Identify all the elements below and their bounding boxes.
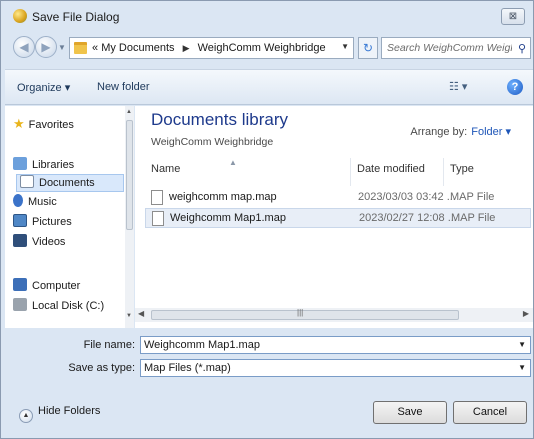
- music-icon: [13, 194, 23, 207]
- library-subtitle: WeighComm Weighbridge: [151, 136, 274, 148]
- filename-combobox[interactable]: ▼: [140, 336, 531, 354]
- scroll-right-icon[interactable]: ▶: [523, 309, 529, 318]
- nav-favorites[interactable]: ★ Favorites: [13, 116, 74, 134]
- column-header-type[interactable]: Type: [450, 163, 474, 183]
- organize-menu[interactable]: Organize ▾: [17, 81, 70, 94]
- recent-pages-chevron-icon[interactable]: ▼: [58, 43, 66, 52]
- horizontal-scrollbar[interactable]: ◀ ||| ▶: [135, 308, 533, 322]
- scroll-down-icon[interactable]: ▼: [126, 313, 132, 319]
- nav-pictures-label: Pictures: [32, 216, 72, 228]
- scroll-left-icon[interactable]: ◀: [138, 309, 144, 318]
- computer-icon: [13, 278, 27, 291]
- grip-icon: |||: [297, 308, 304, 317]
- filename-dropdown-icon[interactable]: ▼: [518, 340, 526, 349]
- documents-icon: [20, 175, 34, 188]
- nav-favorites-label: Favorites: [28, 119, 74, 131]
- savetype-value: Map Files (*.map): [144, 362, 231, 374]
- new-folder-button[interactable]: New folder: [97, 81, 150, 93]
- app-icon: [13, 9, 27, 23]
- breadcrumb: « My Documents ▶ WeighComm Weighbridge: [92, 42, 326, 54]
- help-icon[interactable]: ?: [507, 79, 523, 95]
- search-box[interactable]: ⚲: [381, 37, 531, 59]
- title-bar: Save File Dialog ⊠: [5, 1, 533, 31]
- arrange-by-dropdown[interactable]: Folder ▾: [471, 126, 511, 138]
- breadcrumb-separator-icon[interactable]: ▶: [183, 43, 190, 53]
- nav-local-disk[interactable]: Local Disk (C:): [13, 298, 104, 316]
- column-divider[interactable]: [443, 158, 444, 186]
- nav-scrollbar[interactable]: ▲ ▼: [125, 106, 134, 328]
- column-divider[interactable]: [350, 158, 351, 186]
- savetype-dropdown-icon[interactable]: ▼: [518, 363, 526, 372]
- search-input[interactable]: [387, 41, 512, 55]
- breadcrumb-weighcomm[interactable]: WeighComm Weighbridge: [198, 42, 326, 54]
- view-options-icon[interactable]: ☷ ▾: [449, 80, 467, 93]
- column-header-name[interactable]: Name: [151, 163, 180, 183]
- nav-videos-label: Videos: [32, 236, 66, 248]
- folder-icon: [74, 42, 87, 54]
- nav-scroll-thumb[interactable]: [126, 120, 133, 230]
- column-header-date[interactable]: Date modified: [357, 163, 425, 183]
- nav-computer-label: Computer: [32, 280, 81, 292]
- search-icon[interactable]: ⚲: [518, 42, 526, 55]
- arrange-by-label: Arrange by:: [410, 126, 468, 138]
- disk-icon: [13, 298, 27, 311]
- close-button[interactable]: ⊠: [501, 8, 525, 25]
- file-icon: [151, 190, 163, 205]
- file-date: 2023/02/27 12:08 ...: [359, 212, 457, 224]
- navigation-pane: ★ Favorites Libraries Documents Music Pic…: [5, 106, 134, 328]
- videos-icon: [13, 234, 27, 247]
- file-date: 2023/03/03 03:42 ...: [358, 191, 456, 203]
- nav-pictures[interactable]: Pictures: [13, 214, 72, 232]
- file-name: weighcomm map.map: [169, 191, 277, 203]
- file-list-pane: Documents library WeighComm Weighbridge …: [135, 106, 533, 328]
- command-bar: Organize ▾ New folder ☷ ▾ ?: [5, 69, 533, 105]
- filename-label: File name:: [83, 339, 135, 351]
- nav-music-label: Music: [28, 196, 57, 208]
- scroll-up-icon[interactable]: ▲: [126, 109, 132, 115]
- nav-music[interactable]: Music: [13, 194, 57, 212]
- breadcrumb-my-documents[interactable]: My Documents: [101, 42, 174, 54]
- file-row[interactable]: weighcomm map.map 2023/03/03 03:42 ... M…: [145, 188, 531, 208]
- file-icon: [152, 211, 164, 226]
- nav-computer[interactable]: Computer: [13, 278, 80, 296]
- nav-documents-label: Documents: [39, 177, 95, 189]
- filename-input[interactable]: [141, 337, 501, 353]
- breadcrumb-overflow[interactable]: «: [92, 42, 98, 54]
- libraries-icon: [13, 157, 27, 170]
- arrange-by: Arrange by: Folder ▾: [410, 125, 511, 138]
- nav-libraries[interactable]: Libraries: [13, 157, 74, 175]
- file-type: MAP File: [451, 212, 496, 224]
- file-name: Weighcomm Map1.map: [170, 212, 286, 224]
- hide-folders-label: Hide Folders: [38, 405, 101, 417]
- savetype-select[interactable]: Map Files (*.map) ▼: [140, 359, 531, 377]
- horizontal-scroll-thumb[interactable]: |||: [151, 308, 459, 320]
- file-type: MAP File: [450, 191, 495, 203]
- nav-documents[interactable]: Documents: [16, 174, 124, 192]
- refresh-button[interactable]: ↻: [358, 37, 378, 59]
- pictures-icon: [13, 214, 27, 227]
- address-row: ◀ ▶ ▼ « My Documents ▶ WeighComm Weighbr…: [5, 34, 533, 62]
- nav-libraries-label: Libraries: [32, 159, 75, 171]
- library-title: Documents library: [151, 110, 288, 129]
- sort-ascending-icon: ▲: [229, 158, 237, 167]
- save-button[interactable]: Save: [373, 401, 447, 424]
- address-dropdown-icon[interactable]: ▼: [341, 42, 349, 51]
- save-file-dialog: Save File Dialog ⊠ ◀ ▶ ▼ « My Documents …: [0, 0, 534, 439]
- file-row[interactable]: Weighcomm Map1.map 2023/02/27 12:08 ... …: [145, 208, 531, 228]
- star-icon: ★: [13, 116, 25, 131]
- collapse-icon: ▲: [19, 409, 33, 423]
- forward-button[interactable]: ▶: [35, 36, 57, 58]
- nav-videos[interactable]: Videos: [13, 234, 65, 252]
- savetype-label: Save as type:: [68, 362, 135, 374]
- hide-folders-button[interactable]: ▲ Hide Folders: [19, 405, 100, 423]
- back-button[interactable]: ◀: [13, 36, 35, 58]
- window-title: Save File Dialog: [32, 10, 120, 24]
- nav-local-disk-label: Local Disk (C:): [32, 300, 105, 312]
- cancel-button[interactable]: Cancel: [453, 401, 527, 424]
- address-bar[interactable]: « My Documents ▶ WeighComm Weighbridge ▼: [69, 37, 354, 59]
